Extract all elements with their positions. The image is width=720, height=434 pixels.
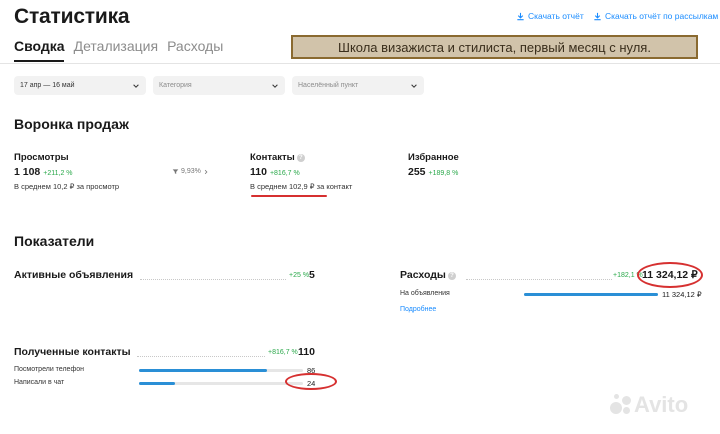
category-placeholder: Категория <box>159 82 192 89</box>
phone-views-label: Посмотрели телефон <box>14 366 84 373</box>
views-label: Просмотры <box>14 152 69 163</box>
download-icon <box>517 12 524 20</box>
annotation-circle <box>285 373 337 390</box>
favorites-delta: +189,8 % <box>428 170 459 177</box>
annotation-underline <box>251 195 327 197</box>
help-icon[interactable]: ? <box>447 272 456 280</box>
expenses-ads-label: На объявления <box>400 290 450 297</box>
tab-details[interactable]: Детализация <box>74 38 158 54</box>
dotted-leader <box>466 279 612 280</box>
views-delta: +211,2 % <box>43 170 73 177</box>
city-select[interactable]: Населённый пункт <box>292 76 424 95</box>
page-title: Статистика <box>14 5 130 28</box>
active-ads-value: 5 <box>309 269 315 281</box>
received-contacts-label: Полученные контакты <box>14 346 131 358</box>
contacts-label-wrap: Контакты? <box>250 152 305 163</box>
download-mailing-report-label: Скачать отчёт по рассылкам <box>605 11 719 21</box>
received-contacts-delta: +816,7 % <box>268 349 298 356</box>
favorites-label: Избранное <box>408 152 459 163</box>
avito-watermark: Avito <box>610 392 688 418</box>
phone-views-bar-fill <box>139 369 267 372</box>
contacts-label: Контакты <box>250 152 295 163</box>
chevron-down-icon <box>411 83 417 88</box>
contacts-delta: +816,7 % <box>269 170 300 177</box>
conversion-rate: 9,93% <box>172 168 209 175</box>
tab-bar: Сводка Детализация Расходы <box>14 38 223 54</box>
funnel-title: Воронка продаж <box>14 116 129 132</box>
dotted-leader <box>140 279 286 280</box>
download-report-link[interactable]: Скачать отчёт <box>516 11 584 21</box>
conversion-value: 9,93% <box>181 168 201 175</box>
watermark-text: Avito <box>634 392 689 417</box>
avito-logo-icon <box>610 394 632 416</box>
views-metric: 1 108 +211,2 % <box>14 166 73 178</box>
active-ads-delta: +25 % <box>289 272 310 279</box>
expenses-ads-bar <box>524 293 658 296</box>
tabs-divider <box>0 63 720 64</box>
date-range-select[interactable]: 17 апр — 16 май <box>14 76 146 95</box>
contacts-value: 110 <box>250 166 267 178</box>
chevron-down-icon <box>133 83 139 88</box>
download-report-label: Скачать отчёт <box>528 11 584 21</box>
download-icon <box>594 12 601 20</box>
download-mailing-report-link[interactable]: Скачать отчёт по рассылкам <box>593 11 718 21</box>
expenses-ads-bar-fill <box>524 293 658 296</box>
favorites-metric: 255 +189,8 % <box>408 166 458 178</box>
expenses-ads-value: 11 324,12 ₽ <box>662 290 702 299</box>
funnel-icon <box>172 169 179 174</box>
active-ads-label: Активные объявления <box>14 269 134 281</box>
category-select[interactable]: Категория <box>153 76 285 95</box>
views-value: 1 108 <box>14 166 41 178</box>
expenses-label-wrap: Расходы? <box>400 269 456 281</box>
contacts-metric: 110 +816,7 % <box>250 166 300 178</box>
dotted-leader <box>137 356 265 357</box>
tab-expenses[interactable]: Расходы <box>167 38 223 54</box>
phone-views-bar <box>139 369 303 372</box>
course-banner: Школа визажиста и стилиста, первый месяц… <box>291 35 698 59</box>
expenses-label: Расходы <box>400 269 446 281</box>
chat-messages-bar-fill <box>139 382 176 385</box>
views-average: В среднем 10,2 ₽ за просмотр <box>14 182 120 191</box>
chevron-right-icon <box>204 169 208 174</box>
favorites-value: 255 <box>408 166 426 178</box>
annotation-circle <box>637 262 703 288</box>
chevron-down-icon <box>272 83 278 88</box>
chat-messages-label: Написали в чат <box>14 379 65 386</box>
indicators-title: Показатели <box>14 233 95 249</box>
help-icon[interactable]: ? <box>296 154 305 162</box>
active-tab-indicator <box>14 60 64 62</box>
contacts-average: В среднем 102,9 ₽ за контакт <box>250 182 353 191</box>
tab-summary[interactable]: Сводка <box>14 38 65 54</box>
more-details-link[interactable]: Подробнее <box>400 306 436 313</box>
city-placeholder: Населённый пункт <box>298 82 359 89</box>
chat-messages-bar <box>139 382 303 385</box>
received-contacts-value: 110 <box>298 346 315 358</box>
date-range-value: 17 апр — 16 май <box>20 82 75 89</box>
